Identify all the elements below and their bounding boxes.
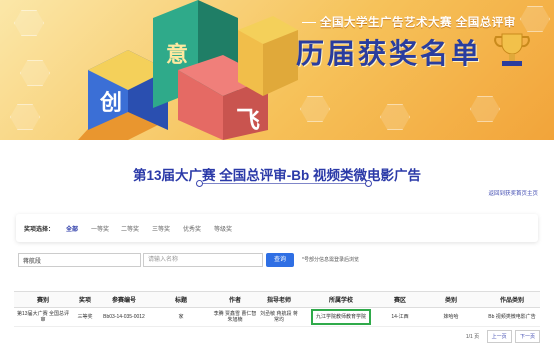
cell-title[interactable]: 家 <box>150 307 212 327</box>
table-header-row: 赛别 奖项 参赛编号 标题 作者 指导老师 所属学校 赛区 类别 作品类别 <box>14 291 540 308</box>
filter-chip-all[interactable]: 全部 <box>66 224 78 233</box>
page-title: 第13届大广赛 全国总评审-Bb 视频类微电影广告 <box>132 168 421 183</box>
cell-advisor: 刘丞敏 蒋航段 蒋 常均 <box>258 307 300 327</box>
cell-competition: 第13届大广赛 全国总评审 <box>14 307 72 327</box>
filter-chip-excellence[interactable]: 优秀奖 <box>183 224 201 233</box>
name-search-input[interactable] <box>143 253 263 267</box>
art-glyph: 创 <box>99 90 122 115</box>
hero-banner: 创 意 飞 全国大学生广告艺术大赛 全国总评审 历届获奖名单 <box>0 0 554 140</box>
cell-category: 妹哈哈 <box>418 307 484 327</box>
column-header-category: 类别 <box>418 291 484 308</box>
isometric-city-illustration: 创 意 飞 <box>78 0 298 140</box>
column-header-title: 标题 <box>150 291 212 308</box>
divider-dot <box>365 180 372 187</box>
school-search-input[interactable] <box>18 253 141 267</box>
column-header-work-type: 作品类别 <box>484 291 540 308</box>
back-to-awards-link[interactable]: 返回到获奖首页主页 <box>488 189 538 197</box>
filter-chip-second-prize[interactable]: 二等奖 <box>121 224 139 233</box>
next-page-button[interactable]: 下一页 <box>514 330 540 343</box>
page-info: 1/1 页 <box>465 334 480 340</box>
table-row[interactable]: 第13届大广赛 全国总评审 三等奖 Bb03-14-035-0012 家 李腾 … <box>14 307 540 327</box>
login-hint: *号部分信息需登录后浏览 <box>302 257 359 263</box>
hex-decoration <box>380 104 410 130</box>
art-glyph: 意 <box>166 42 188 67</box>
column-header-school: 所属学校 <box>300 291 382 308</box>
filter-chip-third-prize[interactable]: 三等奖 <box>152 224 170 233</box>
title-divider <box>196 180 372 187</box>
column-header-competition: 赛别 <box>14 291 72 308</box>
banner-subtitle-text: 全国大学生广告艺术大赛 全国总评审 <box>320 17 516 29</box>
award-filter-bar: 奖项选择： 全部 一等奖 二等奖 三等奖 优秀奖 等级奖 <box>16 214 538 242</box>
search-button[interactable]: 查询 <box>266 253 294 267</box>
hex-decoration <box>470 96 500 122</box>
hex-decoration <box>14 10 44 36</box>
cell-entry-number: Bb03-14-035-0012 <box>98 307 150 327</box>
trophy-icon <box>494 33 530 66</box>
award-results-table: 赛别 奖项 参赛编号 标题 作者 指导老师 所属学校 赛区 类别 作品类别 第1… <box>14 291 540 327</box>
banner-subtitle: 全国大学生广告艺术大赛 全国总评审 <box>302 14 516 30</box>
cell-award: 三等奖 <box>72 307 98 327</box>
hex-decoration <box>20 60 50 86</box>
filter-label: 奖项选择： <box>24 227 55 233</box>
cell-region: 14-江西 <box>382 307 418 327</box>
column-header-entry-number: 参赛编号 <box>98 291 150 308</box>
art-glyph: 飞 <box>236 107 260 134</box>
cell-school: 九江学院教师教育学院 <box>300 307 382 327</box>
filter-chip-level[interactable]: 等级奖 <box>214 224 232 233</box>
divider-dot <box>196 180 203 187</box>
banner-title: 历届获奖名单 <box>296 38 483 69</box>
cell-work-type: Bb 视频类微电影广告 <box>484 307 540 327</box>
column-header-award: 奖项 <box>72 291 98 308</box>
column-header-region: 赛区 <box>382 291 418 308</box>
column-header-author: 作者 <box>212 291 258 308</box>
highlighted-school: 九江学院教师教育学院 <box>310 309 371 325</box>
hex-decoration <box>10 104 40 130</box>
prev-page-button[interactable]: 上一页 <box>486 330 512 343</box>
pagination: 1/1 页 上一页 下一页 <box>465 330 540 343</box>
filter-chip-first-prize[interactable]: 一等奖 <box>91 224 109 233</box>
cell-author: 李腾 贾鑫雪 曹仁智 朱旭楠 <box>212 307 258 327</box>
column-header-advisor: 指导老师 <box>258 291 300 308</box>
